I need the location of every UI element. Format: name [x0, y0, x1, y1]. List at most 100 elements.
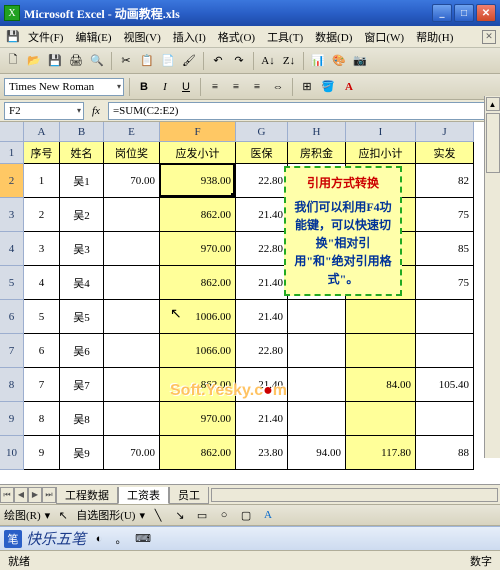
- cell[interactable]: 5: [24, 300, 60, 334]
- cell[interactable]: 吴5: [60, 300, 104, 334]
- oval-icon[interactable]: ○: [215, 506, 233, 524]
- cell[interactable]: 1066.00: [160, 334, 236, 368]
- menu-item-1[interactable]: 编辑(E): [69, 30, 117, 46]
- row-header-9[interactable]: 9: [0, 402, 24, 436]
- cell[interactable]: [346, 402, 416, 436]
- menu-item-8[interactable]: 帮助(H): [410, 30, 459, 46]
- cell[interactable]: [288, 402, 346, 436]
- cell[interactable]: 4: [24, 266, 60, 300]
- cell[interactable]: 23.80: [236, 436, 288, 470]
- bold-button[interactable]: B: [135, 78, 153, 96]
- underline-button[interactable]: U: [177, 78, 195, 96]
- cut-icon[interactable]: ✂: [117, 52, 135, 70]
- horizontal-scrollbar[interactable]: [211, 488, 498, 502]
- cell[interactable]: 970.00: [160, 232, 236, 266]
- cell[interactable]: 970.00: [160, 402, 236, 436]
- cell[interactable]: 吴8: [60, 402, 104, 436]
- borders-icon[interactable]: ⊞: [298, 78, 316, 96]
- font-name-select[interactable]: Times New Roman: [4, 78, 124, 96]
- cell[interactable]: 22.80: [236, 334, 288, 368]
- cell[interactable]: [288, 368, 346, 402]
- scroll-thumb[interactable]: [486, 113, 500, 173]
- cell[interactable]: [104, 232, 160, 266]
- formula-bar[interactable]: =SUM(C2:E2): [108, 102, 496, 120]
- row-header-2[interactable]: 2: [0, 164, 24, 198]
- cell[interactable]: [416, 334, 474, 368]
- ime-keyboard-icon[interactable]: ⌨: [134, 530, 152, 548]
- save-icon[interactable]: 💾: [46, 52, 64, 70]
- col-header-F[interactable]: F: [160, 122, 236, 142]
- menu-item-4[interactable]: 格式(O): [212, 30, 261, 46]
- rect-icon[interactable]: ▭: [193, 506, 211, 524]
- scroll-up-button[interactable]: ▲: [486, 97, 500, 111]
- ime-punct-icon[interactable]: 。: [112, 530, 130, 548]
- italic-button[interactable]: I: [156, 78, 174, 96]
- fill-color-icon[interactable]: 🪣: [319, 78, 337, 96]
- header-cell[interactable]: 应发小计: [160, 142, 236, 164]
- cell[interactable]: 吴7: [60, 368, 104, 402]
- merge-icon[interactable]: ⇔: [269, 78, 287, 96]
- row-header-8[interactable]: 8: [0, 368, 24, 402]
- close-doc-button[interactable]: ✕: [482, 30, 496, 44]
- cell[interactable]: 吴9: [60, 436, 104, 470]
- header-cell[interactable]: 岗位奖: [104, 142, 160, 164]
- header-cell[interactable]: 实发: [416, 142, 474, 164]
- cell[interactable]: 21.40: [236, 266, 288, 300]
- cell[interactable]: 1: [24, 164, 60, 198]
- cell[interactable]: [346, 334, 416, 368]
- cell[interactable]: 吴1: [60, 164, 104, 198]
- cell[interactable]: [104, 334, 160, 368]
- cell[interactable]: 84.00: [346, 368, 416, 402]
- cell[interactable]: 8: [24, 402, 60, 436]
- font-color-icon[interactable]: A: [340, 78, 358, 96]
- cell[interactable]: [416, 402, 474, 436]
- sort-desc-icon[interactable]: Z↓: [280, 52, 298, 70]
- sheet-tab-1[interactable]: 工资表: [118, 487, 169, 504]
- vertical-scrollbar[interactable]: ▲: [484, 96, 500, 458]
- header-cell[interactable]: 医保: [236, 142, 288, 164]
- new-icon[interactable]: 🗋: [4, 52, 22, 70]
- cell[interactable]: 吴6: [60, 334, 104, 368]
- cell[interactable]: 21.40: [236, 402, 288, 436]
- cell[interactable]: 82: [416, 164, 474, 198]
- cell[interactable]: [288, 334, 346, 368]
- cell[interactable]: 吴4: [60, 266, 104, 300]
- col-header-J[interactable]: J: [416, 122, 474, 142]
- cell[interactable]: 94.00: [288, 436, 346, 470]
- row-header-10[interactable]: 10: [0, 436, 24, 470]
- cell[interactable]: 75: [416, 198, 474, 232]
- print-icon[interactable]: 🖨: [67, 52, 85, 70]
- cell[interactable]: 22.80: [236, 164, 288, 198]
- cell[interactable]: 938.00: [160, 164, 236, 198]
- wordart-icon[interactable]: A: [259, 506, 277, 524]
- sort-asc-icon[interactable]: A↓: [259, 52, 277, 70]
- cell[interactable]: 2: [24, 198, 60, 232]
- menu-item-6[interactable]: 数据(D): [309, 30, 358, 46]
- col-header-I[interactable]: I: [346, 122, 416, 142]
- minimize-button[interactable]: _: [432, 4, 452, 22]
- ime-icon[interactable]: 笔: [4, 530, 22, 548]
- row-header-7[interactable]: 7: [0, 334, 24, 368]
- cell[interactable]: [104, 266, 160, 300]
- cell[interactable]: 105.40: [416, 368, 474, 402]
- ime-fullwidth-icon[interactable]: ◐: [90, 530, 108, 548]
- header-cell[interactable]: 序号: [24, 142, 60, 164]
- cell[interactable]: 6: [24, 334, 60, 368]
- line-icon[interactable]: ╲: [149, 506, 167, 524]
- menu-item-3[interactable]: 插入(I): [167, 30, 212, 46]
- align-left-icon[interactable]: ≡: [206, 78, 224, 96]
- cell[interactable]: 3: [24, 232, 60, 266]
- cell[interactable]: 22.80: [236, 232, 288, 266]
- tab-prev-button[interactable]: ◀: [14, 487, 28, 503]
- paste-icon[interactable]: 📄: [159, 52, 177, 70]
- tab-first-button[interactable]: ⏮: [0, 487, 14, 503]
- cell[interactable]: 1006.00: [160, 300, 236, 334]
- textbox-icon[interactable]: ▢: [237, 506, 255, 524]
- header-cell[interactable]: 应扣小计: [346, 142, 416, 164]
- camera-icon[interactable]: 📷: [351, 52, 369, 70]
- name-box[interactable]: F2: [4, 102, 84, 120]
- cell[interactable]: 吴3: [60, 232, 104, 266]
- cell[interactable]: 88: [416, 436, 474, 470]
- align-center-icon[interactable]: ≡: [227, 78, 245, 96]
- chart-icon[interactable]: 📊: [309, 52, 327, 70]
